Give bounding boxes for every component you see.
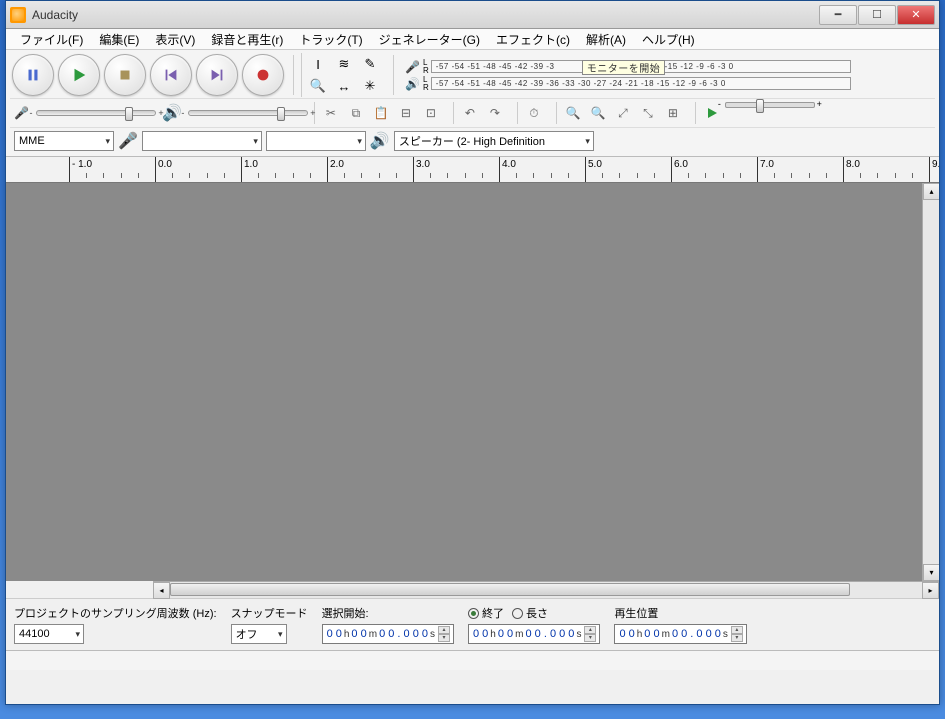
zoom-toggle-icon[interactable]: ⊞ — [661, 102, 685, 124]
play-button[interactable] — [58, 54, 100, 96]
selection-toolbar: プロジェクトのサンプリング周波数 (Hz): 44100 スナップモード オフ … — [6, 598, 939, 650]
ruler-tick: 2.0 — [327, 157, 344, 182]
ruler-tick: 8.0 — [843, 157, 860, 182]
recording-device-combo[interactable] — [142, 131, 262, 151]
paste-icon[interactable]: 📋 — [369, 102, 393, 124]
snap-label: スナップモード — [231, 605, 308, 621]
device-toolbar: MME 🎤 🔊 スピーカー (2- High Definition — [10, 127, 935, 154]
scroll-up-button[interactable]: ▴ — [923, 183, 939, 200]
audio-host-combo[interactable]: MME — [14, 131, 114, 151]
playback-device-combo[interactable]: スピーカー (2- High Definition — [394, 131, 594, 151]
end-radio[interactable]: 終了 — [468, 605, 504, 621]
ruler-tick: - 1.0 — [69, 157, 92, 182]
recording-volume-slider[interactable]: - + — [36, 110, 156, 116]
undo-icon[interactable]: ↶ — [458, 102, 482, 124]
ruler-tick: 1.0 — [241, 157, 258, 182]
mic-icon: 🎤 — [118, 131, 138, 151]
sample-rate-combo[interactable]: 44100 — [14, 624, 84, 644]
meters: 🎤 LR -57 -54 -51 -48 -45 -42 -39 -3 モニター… — [401, 59, 855, 92]
menu-edit[interactable]: 編集(E) — [91, 29, 147, 50]
trim-icon[interactable]: ⊟ — [394, 102, 418, 124]
playback-meter[interactable]: -57 -54 -51 -48 -45 -42 -39 -36 -33 -30 … — [431, 77, 851, 90]
length-radio[interactable]: 長さ — [512, 605, 548, 621]
sync-lock-icon[interactable]: ⏱ — [522, 102, 546, 124]
playback-pos-label: 再生位置 — [614, 605, 746, 621]
timeline-ruler[interactable]: - 1.0 0.0 1.0 2.0 3.0 4.0 5.0 6.0 7.0 8.0 9.0 — [6, 157, 939, 183]
ruler-tick: 0.0 — [155, 157, 172, 182]
scroll-left-button[interactable]: ◂ — [153, 582, 170, 599]
ruler-tick: 9.0 — [929, 157, 939, 182]
speaker-icon[interactable]: 🔊 — [405, 77, 421, 91]
speaker-icon: 🔊 — [370, 131, 390, 151]
track-area[interactable]: ▴ ▾ — [6, 183, 939, 581]
titlebar: Audacity ━ ☐ ✕ — [6, 1, 939, 29]
ruler-tick: 3.0 — [413, 157, 430, 182]
close-button[interactable]: ✕ — [897, 5, 935, 25]
zoom-tool-icon[interactable]: 🔍 — [305, 75, 331, 97]
skip-start-button[interactable] — [150, 54, 192, 96]
toolbar-area: I ≋ ✎ 🔍 ↔ ✳ 🎤 LR -57 -54 -51 -48 -45 -42… — [6, 50, 939, 157]
app-icon — [10, 7, 26, 23]
playback-speed-slider[interactable]: - + — [725, 102, 815, 108]
window-title: Audacity — [32, 8, 818, 22]
ruler-tick: 4.0 — [499, 157, 516, 182]
minimize-button[interactable]: ━ — [819, 5, 857, 25]
meter-tooltip: モニターを開始 — [582, 60, 666, 75]
silence-icon[interactable]: ⊡ — [419, 102, 443, 124]
ruler-tick: 7.0 — [757, 157, 774, 182]
fit-project-icon[interactable]: ⤡ — [636, 102, 660, 124]
timeshift-tool-icon[interactable]: ↔ — [331, 75, 357, 97]
statusbar — [6, 650, 939, 670]
selection-end-field[interactable]: 0 0h 0 0m 0 0 . 0 0 0s ▴▾ — [468, 624, 600, 644]
selection-start-label: 選択開始: — [322, 605, 454, 621]
cut-icon[interactable]: ✂ — [319, 102, 343, 124]
hscroll-thumb[interactable] — [170, 583, 850, 596]
fit-selection-icon[interactable]: ⤢ — [611, 102, 635, 124]
snap-combo[interactable]: オフ — [231, 624, 287, 644]
copy-icon[interactable]: ⧉ — [344, 102, 368, 124]
menubar: ファイル(F) 編集(E) 表示(V) 録音と再生(r) トラック(T) ジェネ… — [6, 29, 939, 50]
edit-tools: I ≋ ✎ 🔍 ↔ ✳ — [301, 53, 386, 97]
draw-tool-icon[interactable]: ✎ — [357, 53, 383, 75]
zoom-in-icon[interactable]: 🔍 — [561, 102, 585, 124]
horizontal-scrollbar[interactable]: ◂ ▸ — [153, 581, 939, 598]
menu-record[interactable]: 録音と再生(r) — [203, 29, 291, 50]
menu-help[interactable]: ヘルプ(H) — [634, 29, 703, 50]
audacity-window: Audacity ━ ☐ ✕ ファイル(F) 編集(E) 表示(V) 録音と再生… — [5, 0, 940, 705]
ruler-tick: 6.0 — [671, 157, 688, 182]
scroll-right-button[interactable]: ▸ — [922, 582, 939, 599]
menu-view[interactable]: 表示(V) — [147, 29, 203, 50]
menu-analysis[interactable]: 解析(A) — [578, 29, 634, 50]
pause-button[interactable] — [12, 54, 54, 96]
selection-start-field[interactable]: 0 0h 0 0m 0 0 . 0 0 0s ▴▾ — [322, 624, 454, 644]
menu-track[interactable]: トラック(T) — [291, 29, 370, 50]
stop-button[interactable] — [104, 54, 146, 96]
menu-generator[interactable]: ジェネレーター(G) — [371, 29, 488, 50]
scroll-down-button[interactable]: ▾ — [923, 564, 939, 581]
audio-position-field[interactable]: 0 0h 0 0m 0 0 . 0 0 0s ▴▾ — [614, 624, 746, 644]
multi-tool-icon[interactable]: ✳ — [357, 75, 383, 97]
recording-meter[interactable]: -57 -54 -51 -48 -45 -42 -39 -3 モニターを開始 2… — [431, 60, 851, 73]
edit-toolbar: ✂ ⧉ 📋 ⊟ ⊡ — [314, 102, 447, 124]
sample-rate-label: プロジェクトのサンプリング周波数 (Hz): — [14, 605, 217, 621]
transport-toolbar — [10, 52, 286, 98]
menu-effect[interactable]: エフェクト(c) — [488, 29, 578, 50]
selection-tool-icon[interactable]: I — [305, 53, 331, 75]
envelope-tool-icon[interactable]: ≋ — [331, 53, 357, 75]
vertical-scrollbar[interactable]: ▴ ▾ — [922, 183, 939, 581]
record-button[interactable] — [242, 54, 284, 96]
maximize-button[interactable]: ☐ — [858, 5, 896, 25]
zoom-out-icon[interactable]: 🔍 — [586, 102, 610, 124]
menu-file[interactable]: ファイル(F) — [12, 29, 91, 50]
mic-icon[interactable]: 🎤 — [405, 60, 421, 74]
playback-volume-slider[interactable]: - + — [188, 110, 308, 116]
redo-icon[interactable]: ↷ — [483, 102, 507, 124]
skip-end-button[interactable] — [196, 54, 238, 96]
recording-channels-combo[interactable] — [266, 131, 366, 151]
ruler-tick: 5.0 — [585, 157, 602, 182]
